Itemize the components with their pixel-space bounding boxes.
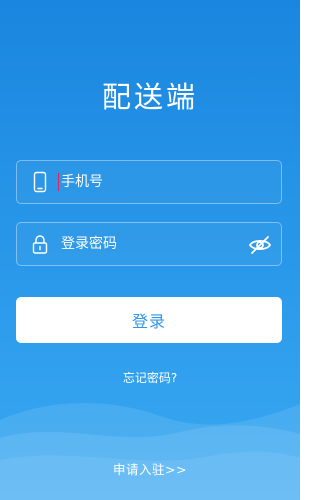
- forgot-password-link[interactable]: 忘记密码?: [0, 369, 300, 386]
- login-button[interactable]: 登录: [16, 297, 282, 343]
- wave-decoration: [0, 402, 300, 500]
- password-field[interactable]: [16, 222, 282, 266]
- app-title: 配送端: [101, 80, 198, 114]
- apply-join-link[interactable]: 申请入驻>>: [0, 459, 300, 478]
- lock-icon: [32, 235, 48, 254]
- text-caret: [58, 173, 59, 191]
- password-input[interactable]: [61, 223, 241, 265]
- phone-field[interactable]: [16, 160, 282, 204]
- eye-off-icon[interactable]: [248, 233, 272, 257]
- login-screen: 配送端 登录 忘记密码? 申请入驻>>: [0, 0, 300, 500]
- phone-input[interactable]: [61, 161, 241, 203]
- mobile-phone-icon: [33, 171, 47, 193]
